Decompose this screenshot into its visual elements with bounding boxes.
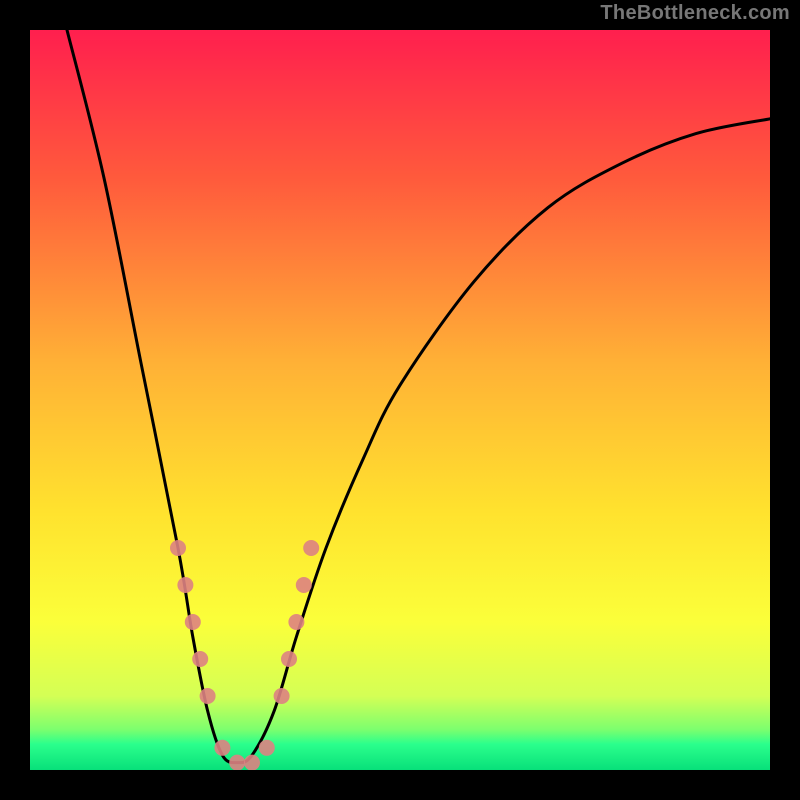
highlight-point bbox=[229, 755, 245, 771]
chart-stage: TheBottleneck.com bbox=[0, 0, 800, 800]
highlight-point bbox=[288, 614, 304, 630]
highlight-point bbox=[244, 755, 260, 771]
highlight-point bbox=[177, 577, 193, 593]
highlight-point bbox=[296, 577, 312, 593]
highlight-point bbox=[214, 740, 230, 756]
highlight-point bbox=[303, 540, 319, 556]
highlight-point bbox=[185, 614, 201, 630]
highlight-point bbox=[281, 651, 297, 667]
highlight-point bbox=[170, 540, 186, 556]
highlight-point bbox=[274, 688, 290, 704]
watermark-text: TheBottleneck.com bbox=[600, 2, 790, 25]
highlight-point bbox=[192, 651, 208, 667]
bottleneck-chart bbox=[0, 0, 800, 800]
highlight-point bbox=[200, 688, 216, 704]
highlight-point bbox=[259, 740, 275, 756]
plot-background-gradient bbox=[30, 30, 770, 770]
